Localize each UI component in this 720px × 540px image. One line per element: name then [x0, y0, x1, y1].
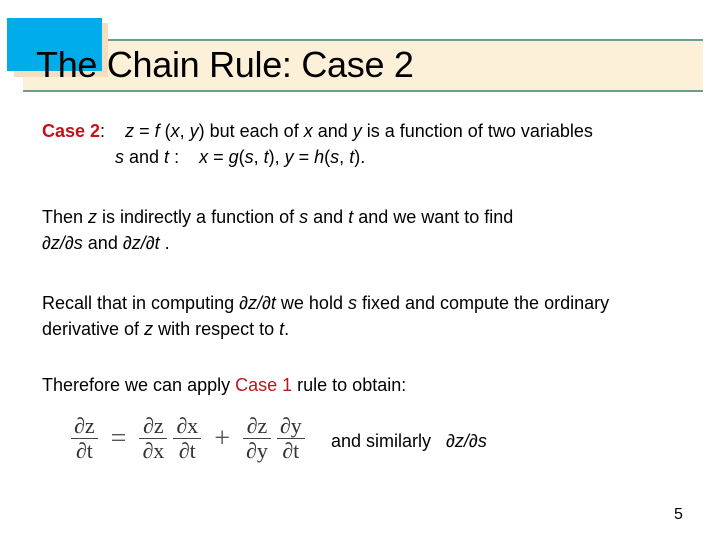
text: ),	[268, 147, 285, 167]
therefore-paragraph: Therefore we can apply Case 1 rule to ob…	[42, 372, 406, 398]
text: and similarly	[331, 431, 447, 451]
text: Recall that in computing	[42, 293, 240, 313]
recall-paragraph: Recall that in computing ∂z/∂t we hold s…	[42, 290, 609, 342]
var-s: s	[115, 147, 124, 167]
var-s: s	[347, 293, 357, 313]
text: and	[82, 233, 123, 253]
denominator: ∂t	[282, 438, 300, 464]
partial-z-t: ∂z/∂t	[239, 293, 276, 313]
text: we hold	[275, 293, 348, 313]
fraction-dz-dy: ∂z ∂y	[242, 413, 271, 464]
case-1-reference: Case 1	[235, 375, 293, 395]
equals-sign: =	[110, 422, 127, 454]
text: ).	[354, 147, 366, 167]
text: and we want to find	[353, 207, 514, 227]
goal-paragraph: Then z is indirectly a function of s and…	[42, 204, 513, 256]
var-s: s	[299, 207, 309, 227]
text: =	[208, 147, 229, 167]
text: derivative of	[42, 319, 145, 339]
denominator: ∂y	[245, 438, 268, 464]
text: (	[159, 121, 171, 141]
var-s: s	[330, 147, 340, 167]
recall-line-1: Recall that in computing ∂z/∂t we hold s…	[42, 290, 609, 316]
var-x: x	[170, 121, 180, 141]
text: and	[124, 147, 165, 167]
similarly-note: and similarly ∂z/∂s	[331, 431, 487, 452]
numerator: ∂z	[74, 413, 95, 438]
var-y: y	[352, 121, 362, 141]
numerator: ∂z	[143, 413, 164, 438]
text: is indirectly a function of	[97, 207, 300, 227]
numerator: ∂x	[176, 413, 199, 438]
case-2-line-1: Case 2: z = f (x, y) but each of x and y…	[42, 118, 593, 144]
var-s: s	[244, 147, 254, 167]
text: .	[159, 233, 170, 253]
case-2-line-2: s and t : x = g(s, t), y = h(s, t).	[42, 144, 593, 170]
plus-sign: +	[214, 422, 230, 454]
recall-line-2: derivative of z with respect to t.	[42, 316, 609, 342]
text: Then	[42, 207, 89, 227]
partial-z-t: ∂z/∂t	[122, 233, 160, 253]
numerator: ∂z	[246, 413, 268, 438]
text: Therefore we can apply	[42, 375, 236, 395]
chain-rule-formula: ∂z ∂t = ∂z ∂x ∂x ∂t + ∂z ∂y ∂y ∂t	[68, 414, 308, 463]
fraction-dx-dt: ∂x ∂t	[173, 413, 202, 464]
partial-z-s: ∂z/∂s	[446, 431, 487, 451]
text: ,	[253, 147, 264, 167]
text: fixed and compute the ordinary	[356, 293, 610, 313]
text: and	[308, 207, 349, 227]
var-x: x	[199, 147, 209, 167]
label-colon: :	[100, 121, 106, 141]
var-y: y	[189, 121, 199, 141]
fraction-dz-dx: ∂z ∂x	[139, 413, 168, 464]
denominator: ∂t	[75, 438, 93, 464]
fraction-dy-dt: ∂y ∂t	[276, 413, 305, 464]
var-y: y	[284, 147, 294, 167]
text: .	[284, 319, 290, 339]
text: ,	[339, 147, 350, 167]
denominator: ∂x	[142, 438, 165, 464]
case-2-definition: Case 2: z = f (x, y) but each of x and y…	[42, 118, 593, 170]
var-h: h	[314, 147, 325, 167]
text: =	[134, 121, 155, 141]
goal-line-2: ∂z/∂s and ∂z/∂t .	[42, 230, 513, 256]
text: ,	[179, 121, 190, 141]
denominator: ∂t	[178, 438, 196, 464]
text: is a function of two variables	[361, 121, 593, 141]
goal-line-1: Then z is indirectly a function of s and…	[42, 204, 513, 230]
var-z: z	[144, 319, 154, 339]
var-z: z	[125, 121, 135, 141]
text: rule to obtain:	[292, 375, 407, 395]
text: =	[293, 147, 315, 167]
fraction-dz-dt: ∂z ∂t	[71, 414, 98, 463]
partial-z-s: ∂z/∂s	[42, 233, 83, 253]
numerator: ∂y	[279, 413, 302, 438]
case-2-label: Case 2	[42, 121, 101, 141]
slide-title: The Chain Rule: Case 2	[36, 44, 414, 85]
var-z: z	[88, 207, 98, 227]
var-g: g	[228, 147, 239, 167]
page-number: 5	[674, 506, 683, 523]
var-x: x	[303, 121, 313, 141]
text: with respect to	[153, 319, 280, 339]
text: :	[169, 147, 200, 167]
text: and	[312, 121, 353, 141]
text: ) but each of	[198, 121, 304, 141]
